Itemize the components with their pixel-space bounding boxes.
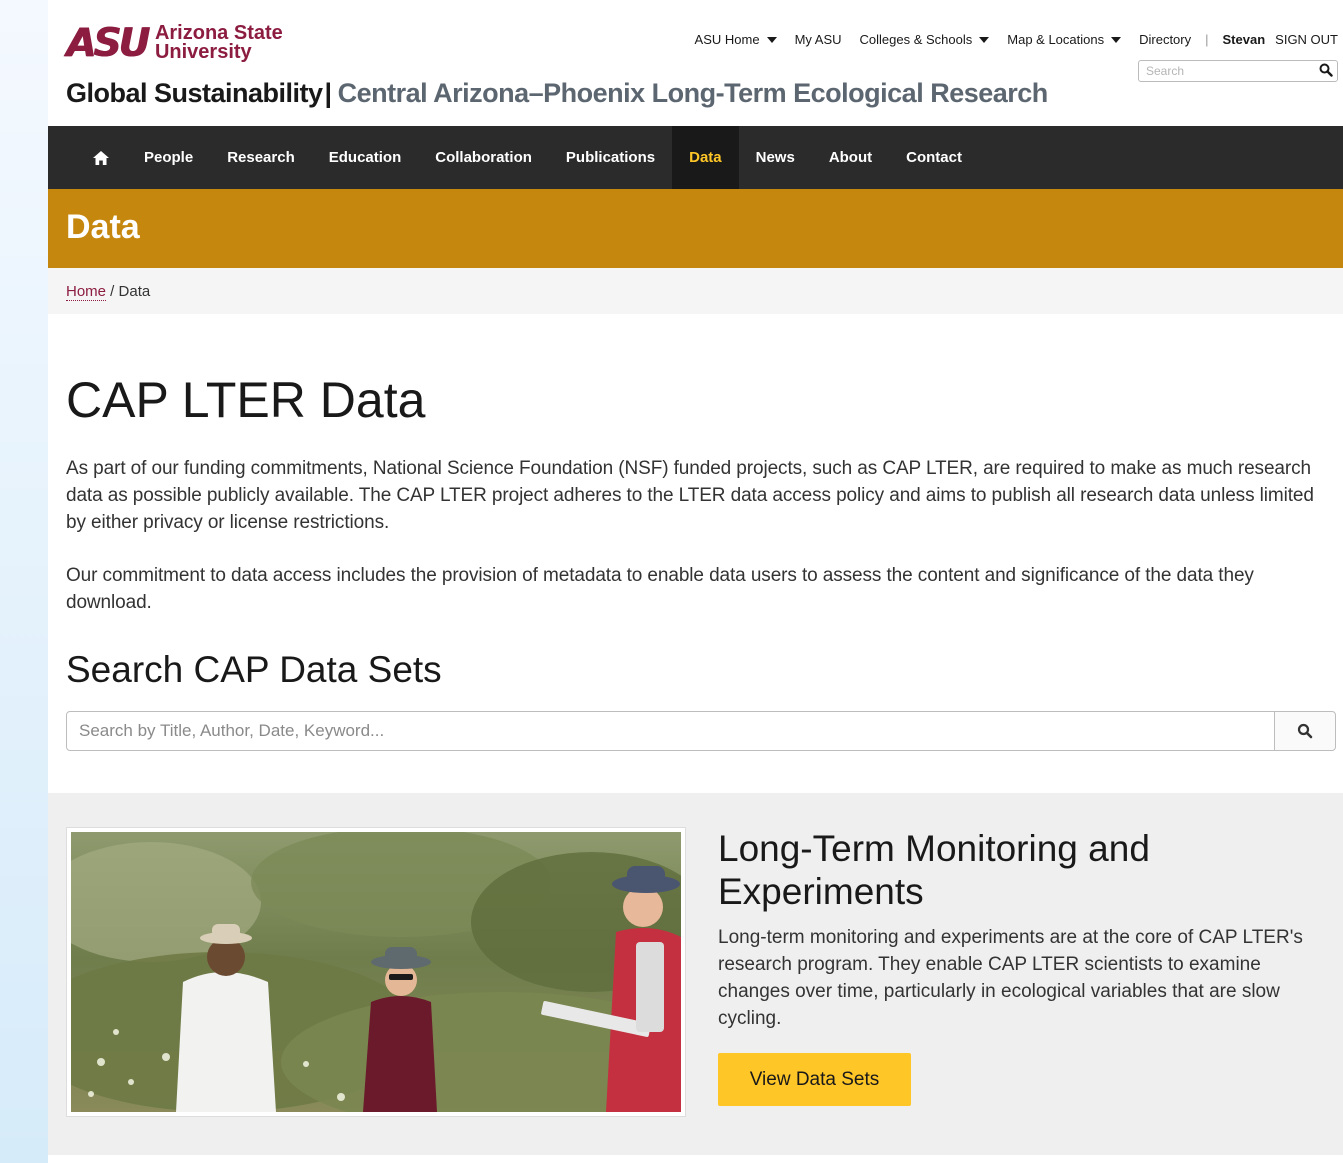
sign-out-link[interactable]: SIGN OUT bbox=[1275, 32, 1338, 47]
dataset-search-input[interactable] bbox=[67, 712, 1274, 750]
unit-title: Global Sustainability| Central Arizona–Ph… bbox=[66, 78, 1048, 109]
search-icon bbox=[1297, 723, 1313, 739]
dataset-search-box bbox=[66, 711, 1336, 751]
topnav-separator: | bbox=[1205, 32, 1209, 47]
field-researchers-photo bbox=[71, 832, 681, 1112]
site-header: ASU Arizona State University Global Sust… bbox=[48, 0, 1343, 126]
nav-home[interactable] bbox=[48, 126, 127, 189]
nav-item-about[interactable]: About bbox=[812, 126, 889, 189]
caret-down-icon bbox=[979, 36, 990, 43]
nav-item-publications[interactable]: Publications bbox=[549, 126, 672, 189]
search-icon[interactable] bbox=[1319, 63, 1333, 82]
nav-item-data[interactable]: Data bbox=[672, 126, 739, 189]
view-data-sets-button[interactable]: View Data Sets bbox=[718, 1053, 911, 1106]
breadcrumb-current: Data bbox=[118, 283, 151, 300]
page: ASU Arizona State University Global Sust… bbox=[48, 0, 1343, 1163]
user-name[interactable]: Stevan bbox=[1223, 32, 1266, 47]
nav-item-news[interactable]: News bbox=[739, 126, 812, 189]
nav-item-collaboration[interactable]: Collaboration bbox=[418, 126, 549, 189]
nav-item-contact[interactable]: Contact bbox=[889, 126, 979, 189]
topnav-my-asu[interactable]: My ASU bbox=[795, 32, 842, 47]
site-search-box bbox=[1138, 60, 1338, 82]
breadcrumb-inner: Home / Data bbox=[66, 283, 151, 301]
topnav-directory[interactable]: Directory bbox=[1139, 32, 1191, 47]
site-search-input[interactable] bbox=[1139, 64, 1316, 78]
feature-title: Long-Term Monitoring and Experiments bbox=[718, 828, 1150, 912]
topnav-map-locations[interactable]: Map & Locations bbox=[1007, 32, 1122, 47]
home-icon bbox=[93, 150, 109, 165]
breadcrumb-home-link[interactable]: Home bbox=[66, 283, 107, 301]
feature-monitoring: Long-Term Monitoring and Experiments Lon… bbox=[48, 793, 1343, 1155]
unit-separator: | bbox=[324, 78, 333, 108]
left-background-strip bbox=[0, 0, 48, 1163]
intro-paragraph: As part of our funding commitments, Nati… bbox=[66, 458, 1314, 533]
unit-parent-link[interactable]: Global Sustainability bbox=[66, 78, 323, 108]
nav-item-research[interactable]: Research bbox=[210, 126, 312, 189]
topnav-directory-label: Directory bbox=[1139, 32, 1192, 47]
breadcrumb-separator: / bbox=[106, 283, 119, 300]
main-nav: People Research Education Collaboration … bbox=[48, 126, 1343, 189]
banner-title: Data bbox=[66, 208, 140, 246]
topnav-colleges-schools[interactable]: Colleges & Schools bbox=[860, 32, 990, 47]
search-heading: Search CAP Data Sets bbox=[66, 649, 442, 690]
nav-item-education[interactable]: Education bbox=[312, 126, 419, 189]
topnav-colleges-label: Colleges & Schools bbox=[859, 32, 973, 47]
asu-name-line2: University bbox=[154, 41, 252, 63]
dataset-search-button[interactable] bbox=[1274, 712, 1335, 750]
page-banner: Data bbox=[48, 189, 1343, 268]
feature-text: Long-term monitoring and experiments are… bbox=[718, 927, 1303, 1029]
topnav-asu-home[interactable]: ASU Home bbox=[695, 32, 777, 47]
breadcrumb: Home / Data bbox=[48, 268, 1343, 314]
topnav-asu-home-label: ASU Home bbox=[694, 32, 760, 47]
universal-nav: ASU Home My ASU Colleges & Schools Map &… bbox=[695, 32, 1338, 47]
asu-logo-mark: ASU bbox=[66, 21, 150, 66]
caret-down-icon bbox=[1111, 36, 1122, 43]
feature-photo bbox=[66, 827, 686, 1117]
topnav-map-label: Map & Locations bbox=[1007, 32, 1105, 47]
asu-logo[interactable]: ASU Arizona State University bbox=[66, 21, 283, 66]
page-title: CAP LTER Data bbox=[66, 372, 426, 428]
asu-logo-name: Arizona State University bbox=[154, 23, 283, 63]
unit-sub-title[interactable]: Central Arizona–Phoenix Long-Term Ecolog… bbox=[338, 78, 1049, 108]
topnav-my-asu-label: My ASU bbox=[794, 32, 842, 47]
metadata-paragraph: Our commitment to data access includes t… bbox=[66, 565, 1254, 613]
nav-item-people[interactable]: People bbox=[127, 126, 210, 189]
caret-down-icon bbox=[766, 36, 777, 43]
